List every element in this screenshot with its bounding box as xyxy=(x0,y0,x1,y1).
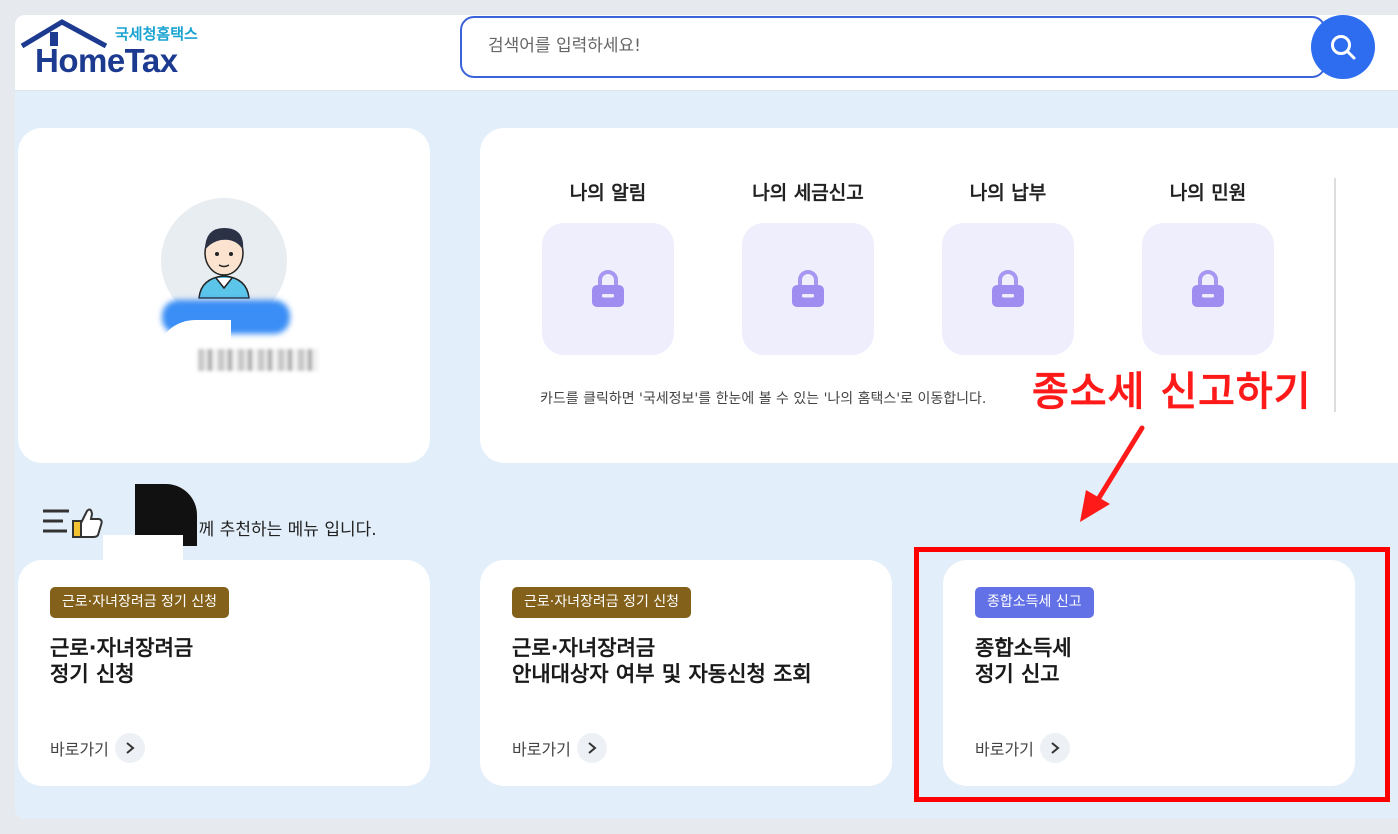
mytax-note: 카드를 클릭하면 '국세정보'를 한눈에 볼 수 있는 '나의 홈택스'로 이동… xyxy=(540,391,987,407)
lock-icon xyxy=(592,270,624,307)
mytax-item-tax-report[interactable]: 나의 세금신고 xyxy=(723,178,893,355)
menu-card-title: 근로·자녀장려금 정기 신청 xyxy=(50,635,193,687)
chevron-right-icon[interactable] xyxy=(114,733,145,763)
menu-card-title-line1: 근로·자녀장려금 xyxy=(50,636,194,660)
profile-card[interactable] xyxy=(18,128,430,463)
lock-icon xyxy=(792,270,824,307)
mytax-tile[interactable] xyxy=(542,223,674,355)
mytax-item-label: 나의 납부 xyxy=(969,182,1047,204)
search-icon xyxy=(1331,35,1356,60)
goto-label: 바로가기 xyxy=(512,740,571,759)
logo-title: HomeTax xyxy=(35,42,178,79)
mytax-tile[interactable] xyxy=(942,223,1074,355)
divider xyxy=(1334,178,1336,412)
mytax-item-label: 나의 알림 xyxy=(569,182,647,204)
menu-card-auto-apply[interactable]: 근로·자녀장려금 정기 신청 근로·자녀장려금 안내대상자 여부 및 자동신청 … xyxy=(480,560,892,786)
goto-link[interactable]: 바로가기 xyxy=(50,733,145,763)
category-badge: 근로·자녀장려금 정기 신청 xyxy=(50,587,230,618)
lock-icon xyxy=(1192,270,1224,307)
annotation-text: 종소세 신고하기 xyxy=(1032,369,1312,415)
annotation-arrow-icon xyxy=(1080,425,1145,522)
menu-card-title-line2: 정기 신청 xyxy=(50,662,135,686)
menu-card-title-line2: 안내대상자 여부 및 자동신청 조회 xyxy=(512,662,812,686)
user-id-redacted xyxy=(198,349,318,371)
search-box xyxy=(460,16,1326,78)
category-badge: 근로·자녀장려금 정기 신청 xyxy=(512,587,692,618)
goto-label: 바로가기 xyxy=(50,740,109,759)
lock-icon xyxy=(992,270,1024,307)
thumbs-up-list-icon xyxy=(43,508,103,538)
menu-card-earned-income[interactable]: 근로·자녀장려금 정기 신청 근로·자녀장려금 정기 신청 바로가기 xyxy=(18,560,430,786)
mytax-item-label: 나의 세금신고 xyxy=(752,182,864,204)
recommend-text: 님께 추천하는 메뉴 입니다. xyxy=(183,520,377,540)
menu-card-title-line1: 근로·자녀장려금 xyxy=(512,636,656,660)
mytax-item-civil[interactable]: 나의 민원 xyxy=(1123,178,1293,355)
mytax-tile[interactable] xyxy=(1142,223,1274,355)
search-button[interactable] xyxy=(1311,15,1375,79)
menu-card-title: 근로·자녀장려금 안내대상자 여부 및 자동신청 조회 xyxy=(512,635,812,687)
mytax-item-notice[interactable]: 나의 알림 xyxy=(523,178,693,355)
chevron-right-icon[interactable] xyxy=(576,733,607,763)
highlight-box xyxy=(914,547,1390,802)
goto-link[interactable]: 바로가기 xyxy=(512,733,607,763)
header: 국세청홈택스 HomeTax xyxy=(15,15,1398,91)
logo-subtitle: 국세청홈택스 xyxy=(115,25,198,43)
search-input[interactable] xyxy=(462,18,1242,74)
hometax-logo[interactable]: 국세청홈택스 HomeTax xyxy=(20,18,210,86)
mytax-item-payment[interactable]: 나의 납부 xyxy=(923,178,1093,355)
mytax-item-label: 나의 민원 xyxy=(1169,182,1247,204)
mytax-tile[interactable] xyxy=(742,223,874,355)
